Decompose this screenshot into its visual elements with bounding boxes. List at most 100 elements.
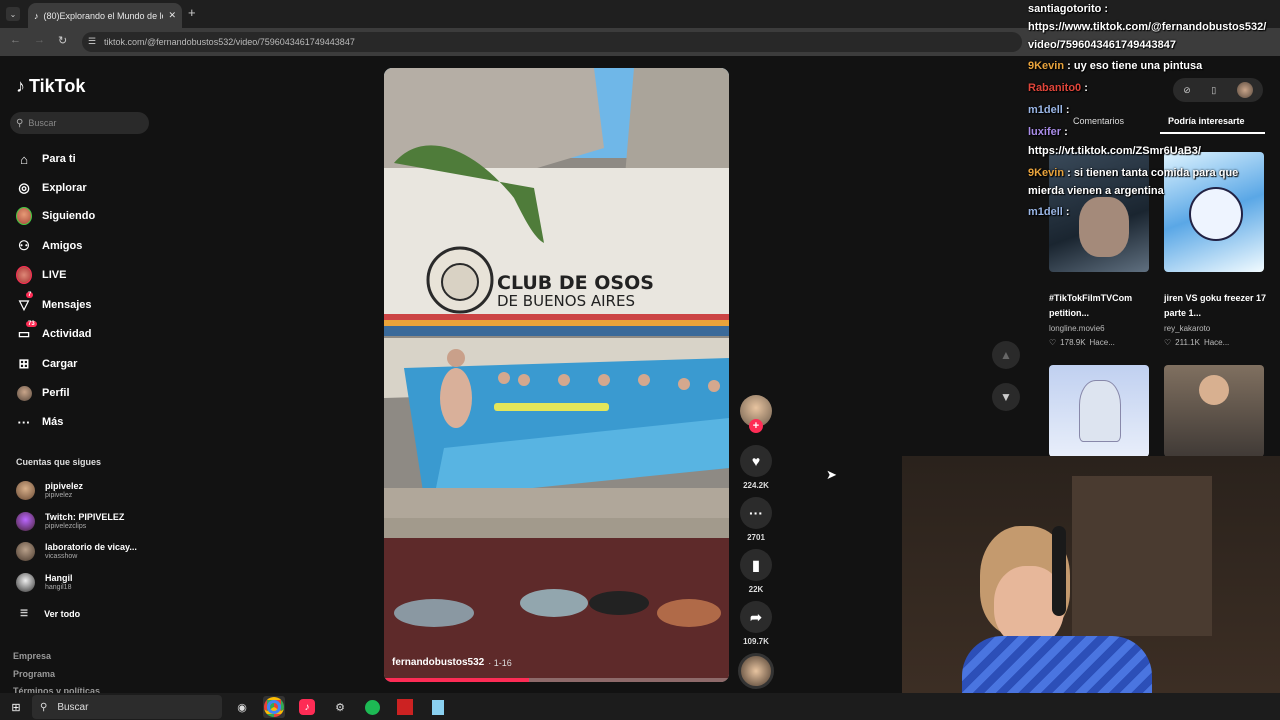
follow-plus-icon[interactable]: +: [749, 419, 763, 433]
following-handle: hangil18: [45, 584, 72, 591]
recommended-thumbnail[interactable]: [1164, 365, 1264, 457]
following-name: Hangil: [45, 573, 73, 583]
footer-empresa[interactable]: Empresa: [13, 651, 51, 661]
chrome-icon[interactable]: [263, 696, 285, 718]
sidebar: ♪ TikTok ⚲ Buscar ⌂ Para ti ◎ Explorar S…: [0, 56, 170, 693]
browser-tab[interactable]: ♪ (80)Explorando el Mundo de lo ✕: [28, 3, 182, 28]
card-author[interactable]: rey_kakaroto: [1164, 324, 1210, 333]
taskbar-search-placeholder: Buscar: [57, 701, 89, 713]
chat-username: m1dell: [1028, 104, 1063, 116]
headphones: [1052, 526, 1066, 616]
spotify-icon[interactable]: [361, 696, 383, 718]
address-bar[interactable]: ☰ tiktok.com/@fernandobustos532/video/75…: [82, 32, 1022, 52]
nav-amigos[interactable]: ⚇ Amigos: [16, 238, 82, 254]
following-name: pipivelez: [45, 481, 84, 491]
nav-live[interactable]: LIVE: [16, 266, 66, 284]
comment-button[interactable]: ··· 2701: [740, 497, 772, 542]
reload-icon[interactable]: ↻: [58, 34, 67, 47]
card-time: Hace...: [1089, 338, 1115, 347]
chat-message: mierda vienen a argentina: [1028, 182, 1164, 200]
search-box[interactable]: ⚲ Buscar: [10, 112, 149, 134]
share-button[interactable]: ➦ 109.7K: [740, 601, 772, 646]
nav-mensajes[interactable]: ▽ 7 Mensajes: [16, 292, 92, 313]
tiktok-logo[interactable]: ♪ TikTok: [16, 76, 85, 97]
tiktok-app-icon[interactable]: ♪: [296, 696, 318, 718]
tab-comentarios[interactable]: Comentarios: [1073, 116, 1124, 126]
sound-disc[interactable]: [738, 653, 774, 689]
chat-separator: :: [1064, 60, 1074, 72]
footer-programa[interactable]: Programa: [13, 669, 55, 679]
card-title[interactable]: #TikTokFilmTVCom petition...: [1049, 291, 1153, 321]
taskbar-search[interactable]: ⚲ Buscar: [32, 695, 222, 719]
nav-perfil[interactable]: Perfil: [16, 385, 70, 401]
nav-actividad[interactable]: ▭ 73 Actividad: [16, 321, 92, 342]
nav-cargar[interactable]: ⊞ Cargar: [16, 356, 78, 372]
forward-icon[interactable]: →: [34, 34, 45, 46]
notepad-icon[interactable]: [427, 696, 449, 718]
thumbnail-character: [1079, 380, 1121, 442]
app-red-icon[interactable]: [394, 696, 416, 718]
new-tab-icon[interactable]: +: [188, 5, 196, 20]
chevron-up-icon: ▲: [1000, 348, 1012, 362]
back-icon[interactable]: ←: [10, 34, 21, 46]
top-right-controls: ⊘ ▯: [1173, 78, 1263, 102]
tiktok-note-icon: ♪: [16, 76, 25, 96]
thumbnail-character: [1189, 187, 1243, 241]
chat-text: https://vt.tiktok.com/ZSmr6UaB3/: [1028, 145, 1201, 157]
footer-terminos[interactable]: Términos y políticas: [13, 686, 100, 693]
chat-username: 9Kevin: [1028, 60, 1065, 72]
following-item[interactable]: laboratorio de vicay... vicasshow: [16, 542, 137, 561]
nav-para-ti[interactable]: ⌂ Para ti: [16, 151, 76, 167]
next-video-button[interactable]: ▼: [992, 383, 1020, 411]
video-date: · 1-16: [488, 657, 512, 668]
profile-icon: [16, 385, 32, 401]
nav-mas[interactable]: ··· Más: [16, 414, 64, 430]
card-likes: 211.1K: [1175, 338, 1200, 347]
chat-separator: :: [1062, 104, 1070, 116]
tab-search-icon[interactable]: ⌄: [6, 7, 20, 21]
comment-icon: ···: [740, 497, 772, 529]
chat-username: santiagotorito: [1028, 3, 1102, 15]
friends-icon: ⚇: [18, 238, 30, 253]
webcam-overlay: [902, 456, 1280, 693]
nav-siguiendo[interactable]: Siguiendo: [16, 207, 95, 225]
heart-icon: ♥: [740, 445, 772, 477]
mouse-cursor-icon: ➤: [826, 467, 837, 482]
device-icon[interactable]: ▯: [1211, 85, 1216, 96]
nav-label: Más: [42, 416, 64, 428]
like-count: 224.2K: [743, 481, 769, 490]
recommended-thumbnail[interactable]: [1049, 365, 1149, 457]
chat-username: 9Kevin: [1028, 167, 1065, 179]
obs-icon[interactable]: ◉: [231, 696, 253, 718]
profile-avatar[interactable]: [1236, 82, 1253, 98]
following-item[interactable]: Hangil hangil18: [16, 573, 73, 592]
video-progress-track[interactable]: [384, 678, 729, 682]
chat-message: 9Kevin : si tienen tanta comida para que: [1028, 164, 1238, 182]
sign-line-1: CLUB DE OSOS: [497, 272, 654, 294]
video-player[interactable]: CLUB DE OSOS DE BUENOS AIRES fernandobus…: [384, 68, 729, 682]
tab-podria-interesarte[interactable]: Podría interesarte: [1168, 116, 1245, 126]
card-stats: ♡ 178.9K Hace...: [1049, 338, 1115, 347]
explore-icon[interactable]: ⊘: [1183, 85, 1191, 96]
chat-username: Rabanito0: [1028, 82, 1082, 94]
card-author[interactable]: longline.movie6: [1049, 324, 1105, 333]
like-button[interactable]: ♥ 224.2K: [740, 445, 772, 490]
following-item[interactable]: pipivelez pipivelez: [16, 481, 83, 500]
windows-start-icon[interactable]: ⊞: [5, 696, 27, 718]
tab-close-icon[interactable]: ✕: [168, 10, 182, 21]
following-item[interactable]: Twitch: PIPIVELEZ pipivelezclips: [16, 512, 124, 531]
see-all-link[interactable]: ☰ Ver todo: [20, 608, 80, 619]
nav-explorar[interactable]: ◎ Explorar: [16, 180, 86, 196]
card-title[interactable]: jiren VS goku freezer 17 parte 1...: [1164, 291, 1268, 321]
search-placeholder: Buscar: [28, 118, 57, 128]
author-avatar-button[interactable]: +: [740, 395, 772, 433]
video-author[interactable]: fernandobustos532: [392, 657, 484, 668]
activity-icon: ▭ 73: [17, 321, 37, 341]
previous-video-button[interactable]: ▲: [992, 341, 1020, 369]
chat-separator: :: [1064, 167, 1074, 179]
chat-message: 9Kevin : uy eso tiene una pintusa: [1028, 57, 1202, 75]
chat-text: mierda vienen a argentina: [1028, 185, 1164, 197]
save-button[interactable]: ▮ 22K: [740, 549, 772, 594]
site-info-icon[interactable]: ☰: [88, 36, 96, 47]
settings-gear-icon[interactable]: ⚙: [329, 696, 351, 718]
